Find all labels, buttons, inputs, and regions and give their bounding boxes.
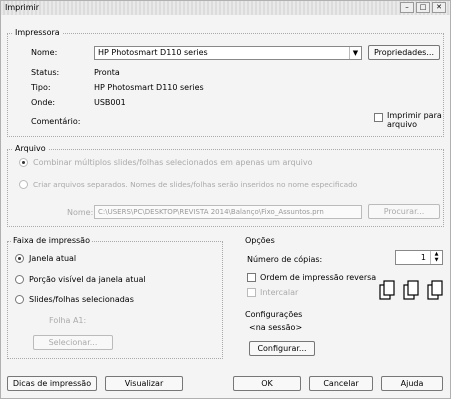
current-window-label: Janela atual [29, 254, 77, 263]
title-bar[interactable]: Imprimir – □ ✕ [1, 1, 450, 15]
file-name-input[interactable]: C:\USERS\PC\DESKTOP\REVISTA 2014\Balanço… [94, 205, 362, 219]
minimize-icon[interactable]: – [400, 2, 414, 13]
copies-label: Número de cópias: [247, 255, 323, 264]
visible-portion-label: Porção visível da janela atual [29, 275, 146, 284]
copies-stepper[interactable]: 1 ▲ ▼ [395, 250, 443, 265]
selected-sheets-label: Slides/folhas selecionadas [29, 295, 134, 304]
combine-radio[interactable] [19, 158, 28, 167]
status-value: Pronta [94, 68, 120, 77]
print-to-file-checkbox[interactable] [374, 113, 383, 122]
printer-name-label: Nome: [31, 48, 58, 57]
file-group-label: Arquivo [13, 144, 48, 153]
collate-pages-icon [379, 280, 443, 300]
combine-label: Combinar múltiplos slides/folhas selecio… [33, 158, 313, 167]
settings-label: Configurações [245, 310, 303, 319]
close-icon[interactable]: ✕ [432, 2, 446, 13]
collate-checkbox[interactable] [247, 288, 256, 297]
settings-value: <na sessão> [249, 323, 303, 332]
printer-name-select[interactable]: HP Photosmart D110 series ▼ [94, 46, 362, 60]
where-value: USB001 [94, 98, 126, 107]
separate-radio[interactable] [19, 180, 28, 189]
cancel-button[interactable]: Cancelar [309, 376, 373, 391]
select-sheets-button[interactable]: Selecionar... [33, 335, 113, 350]
file-name-label: Nome: [67, 208, 94, 217]
window-controls: – □ ✕ [400, 2, 446, 13]
print-dialog: Imprimir – □ ✕ Impressora Nome: HP Photo… [0, 0, 451, 399]
properties-button[interactable]: Propriedades... [368, 45, 440, 60]
status-label: Status: [31, 68, 60, 77]
help-button[interactable]: Ajuda [381, 376, 443, 391]
copies-value: 1 [420, 253, 426, 262]
print-range-label: Faixa de impressão [11, 236, 92, 245]
sheet-text: Folha A1: [49, 316, 87, 325]
browse-button[interactable]: Procurar... [368, 204, 440, 219]
where-label: Onde: [31, 98, 56, 107]
window-title: Imprimir [5, 3, 40, 12]
chevron-down-icon[interactable]: ▼ [349, 47, 361, 59]
visible-portion-radio[interactable] [15, 275, 24, 284]
spinner-arrows-icon[interactable]: ▲ ▼ [430, 251, 442, 264]
maximize-icon[interactable]: □ [416, 2, 430, 13]
selected-sheets-radio[interactable] [15, 295, 24, 304]
preview-button[interactable]: Visualizar [105, 376, 183, 391]
print-to-file-label: Imprimir para arquivo [387, 111, 442, 129]
ok-button[interactable]: OK [233, 376, 301, 391]
print-tips-button[interactable]: Dicas de impressão [7, 376, 97, 391]
reverse-order-checkbox[interactable] [247, 273, 256, 282]
configure-button[interactable]: Configurar... [249, 341, 315, 356]
type-value: HP Photosmart D110 series [94, 83, 204, 92]
type-label: Tipo: [31, 83, 51, 92]
printer-name-value: HP Photosmart D110 series [98, 48, 208, 57]
collate-label: Intercalar [260, 288, 299, 297]
reverse-order-label: Ordem de impressão reversa [260, 273, 377, 282]
comment-label: Comentário: [31, 117, 81, 126]
separate-label: Criar arquivos separados. Nomes de slide… [33, 180, 358, 189]
options-label: Opções [245, 236, 275, 245]
printer-group-label: Impressora [13, 28, 62, 37]
current-window-radio[interactable] [15, 254, 24, 263]
